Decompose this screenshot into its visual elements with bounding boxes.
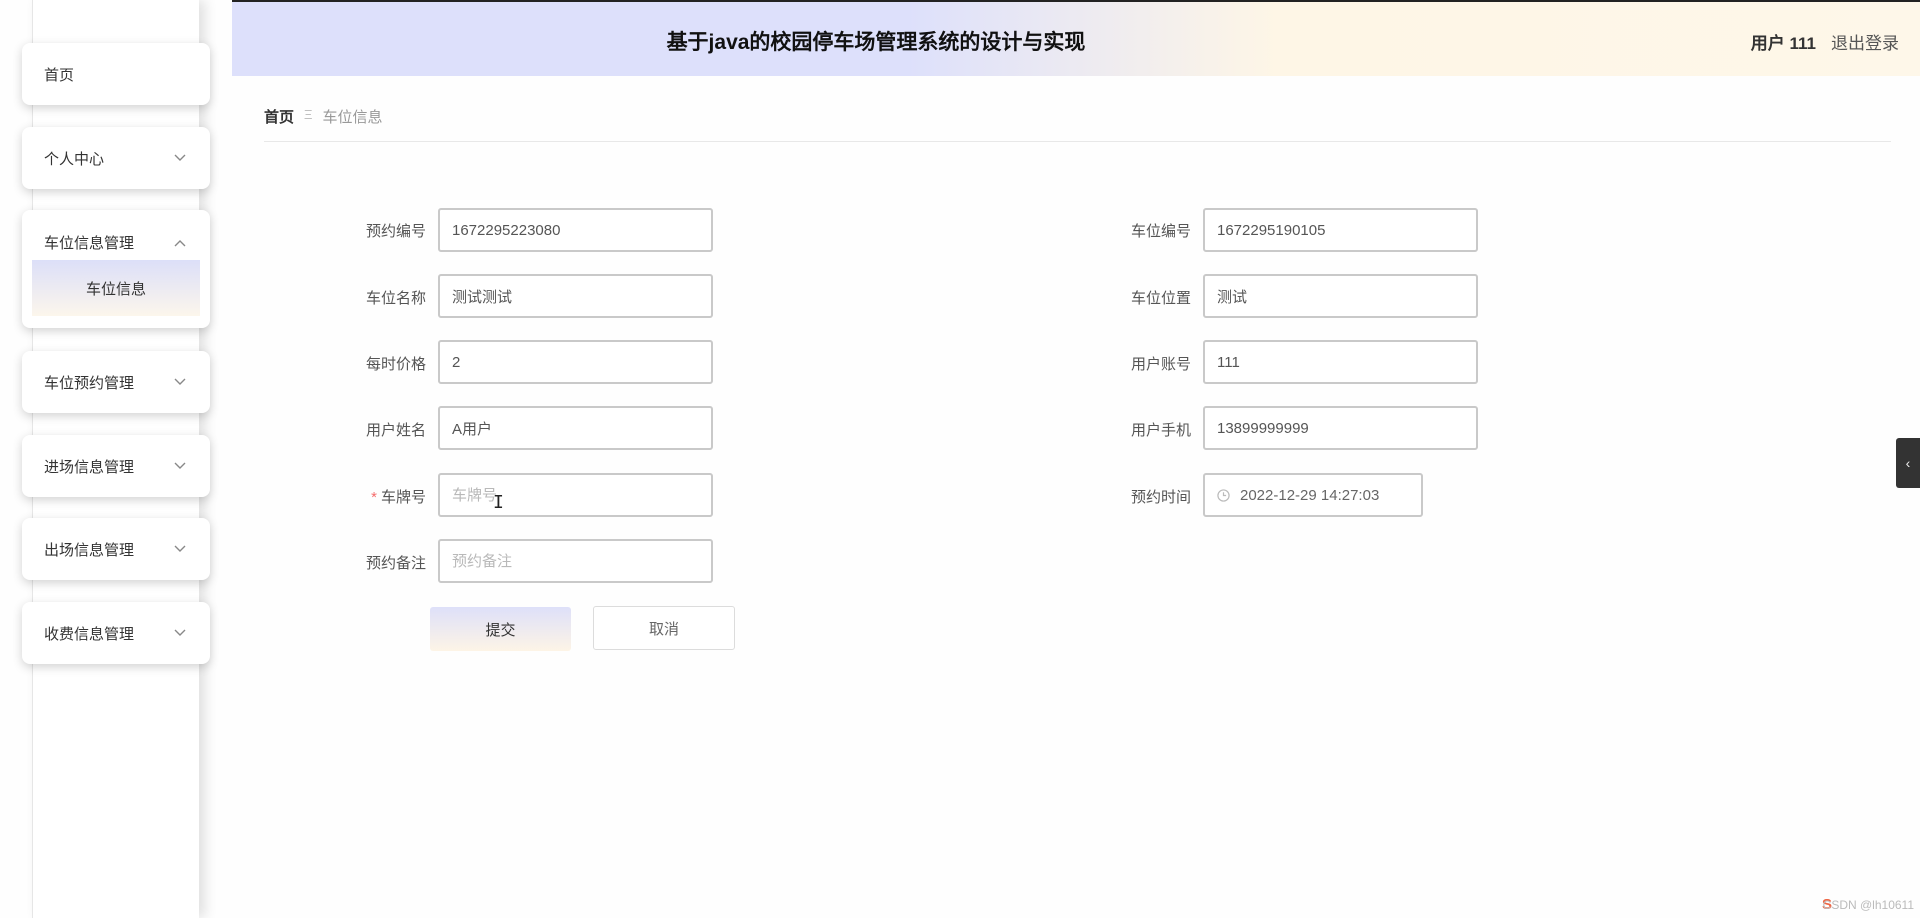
sidebar-item-label: 车位预约管理 xyxy=(44,374,135,392)
chevron-down-icon xyxy=(174,378,186,386)
sidebar-item-home[interactable]: 首页 xyxy=(22,43,210,105)
sidebar: 首页 个人中心 车位信息管理 车位信息 车位预约管理 进场信息管理 出场信息管理 xyxy=(0,0,232,918)
reservation-time-picker[interactable]: 2022-12-29 14:27:03 xyxy=(1203,473,1423,517)
label-user-account: 用户账号 xyxy=(1130,356,1191,373)
breadcrumb-home[interactable]: 首页 xyxy=(264,106,294,127)
sidebar-item-parking-space-management[interactable]: 车位信息管理 车位信息 xyxy=(22,210,210,328)
label-reservation-time: 预约时间 xyxy=(1130,489,1191,506)
chevron-down-icon xyxy=(174,629,186,637)
space-no-input[interactable] xyxy=(1203,208,1478,252)
plate-no-input[interactable] xyxy=(438,473,713,517)
hourly-price-input[interactable] xyxy=(438,340,713,384)
sidebar-item-fee-management[interactable]: 收费信息管理 xyxy=(22,602,210,664)
clock-icon xyxy=(1217,488,1230,502)
submit-button[interactable]: 提交 xyxy=(430,607,571,651)
submenu-item-parking-space-info[interactable]: 车位信息 xyxy=(32,260,200,316)
sidebar-item-personal-center[interactable]: 个人中心 xyxy=(22,127,210,189)
breadcrumb-current: 车位信息 xyxy=(322,109,383,126)
logout-link[interactable]: 退出登录 xyxy=(1831,29,1899,54)
label-user-phone: 用户手机 xyxy=(1130,422,1191,439)
chevron-up-icon xyxy=(174,239,186,247)
chevron-down-icon xyxy=(174,154,186,162)
sidebar-item-label: 首页 xyxy=(44,66,75,84)
label-user-name: 用户姓名 xyxy=(365,422,426,439)
space-location-input[interactable] xyxy=(1203,274,1478,318)
required-mark: * xyxy=(371,489,377,506)
label-hourly-price: 每时价格 xyxy=(365,356,426,373)
label-remark: 预约备注 xyxy=(365,555,426,572)
sidebar-item-label: 进场信息管理 xyxy=(44,458,135,476)
breadcrumb: 首页 Ξ 车位信息 xyxy=(264,106,1891,142)
sidebar-item-head: 车位信息管理 xyxy=(44,232,186,253)
label-space-no: 车位编号 xyxy=(1130,223,1191,240)
sidebar-item-label: 个人中心 xyxy=(44,150,105,168)
breadcrumb-separator-icon: Ξ xyxy=(304,107,313,122)
reservation-no-input[interactable] xyxy=(438,208,713,252)
sidebar-item-exit-management[interactable]: 出场信息管理 xyxy=(22,518,210,580)
sidebar-item-entry-management[interactable]: 进场信息管理 xyxy=(22,435,210,497)
text-cursor-icon: I xyxy=(493,492,504,513)
app-title: 基于java的校园停车场管理系统的设计与实现 xyxy=(666,31,1086,54)
submenu-item-label: 车位信息 xyxy=(85,280,146,298)
cancel-button[interactable]: 取消 xyxy=(593,606,735,650)
user-phone-input[interactable] xyxy=(1203,406,1478,450)
user-name-input[interactable] xyxy=(438,406,713,450)
sidebar-item-label: 车位信息管理 xyxy=(44,235,135,252)
sidebar-item-label: 出场信息管理 xyxy=(44,541,135,559)
remark-input[interactable] xyxy=(438,539,713,583)
user-account-input[interactable] xyxy=(1203,340,1478,384)
chevron-left-icon[interactable]: ‹ xyxy=(1896,438,1920,488)
label-plate-no: * 车牌号 xyxy=(316,486,426,507)
chevron-down-icon xyxy=(174,545,186,553)
chevron-down-icon xyxy=(174,462,186,470)
reservation-time-value: 2022-12-29 14:27:03 xyxy=(1240,486,1380,504)
space-name-input[interactable] xyxy=(438,274,713,318)
user-label: 用户 111 xyxy=(1750,34,1816,53)
sidebar-item-reservation-management[interactable]: 车位预约管理 xyxy=(22,351,210,413)
sidebar-item-label: 收费信息管理 xyxy=(44,625,135,643)
label-space-name: 车位名称 xyxy=(365,290,426,307)
watermark-text: CSDN @lh10611 xyxy=(1822,898,1914,912)
top-header: 基于java的校园停车场管理系统的设计与实现 用户 111 退出登录 xyxy=(232,0,1920,76)
label-space-location: 车位位置 xyxy=(1130,290,1191,307)
label-reservation-no: 预约编号 xyxy=(365,223,426,240)
label-plate-no-text: 车牌号 xyxy=(380,489,426,506)
